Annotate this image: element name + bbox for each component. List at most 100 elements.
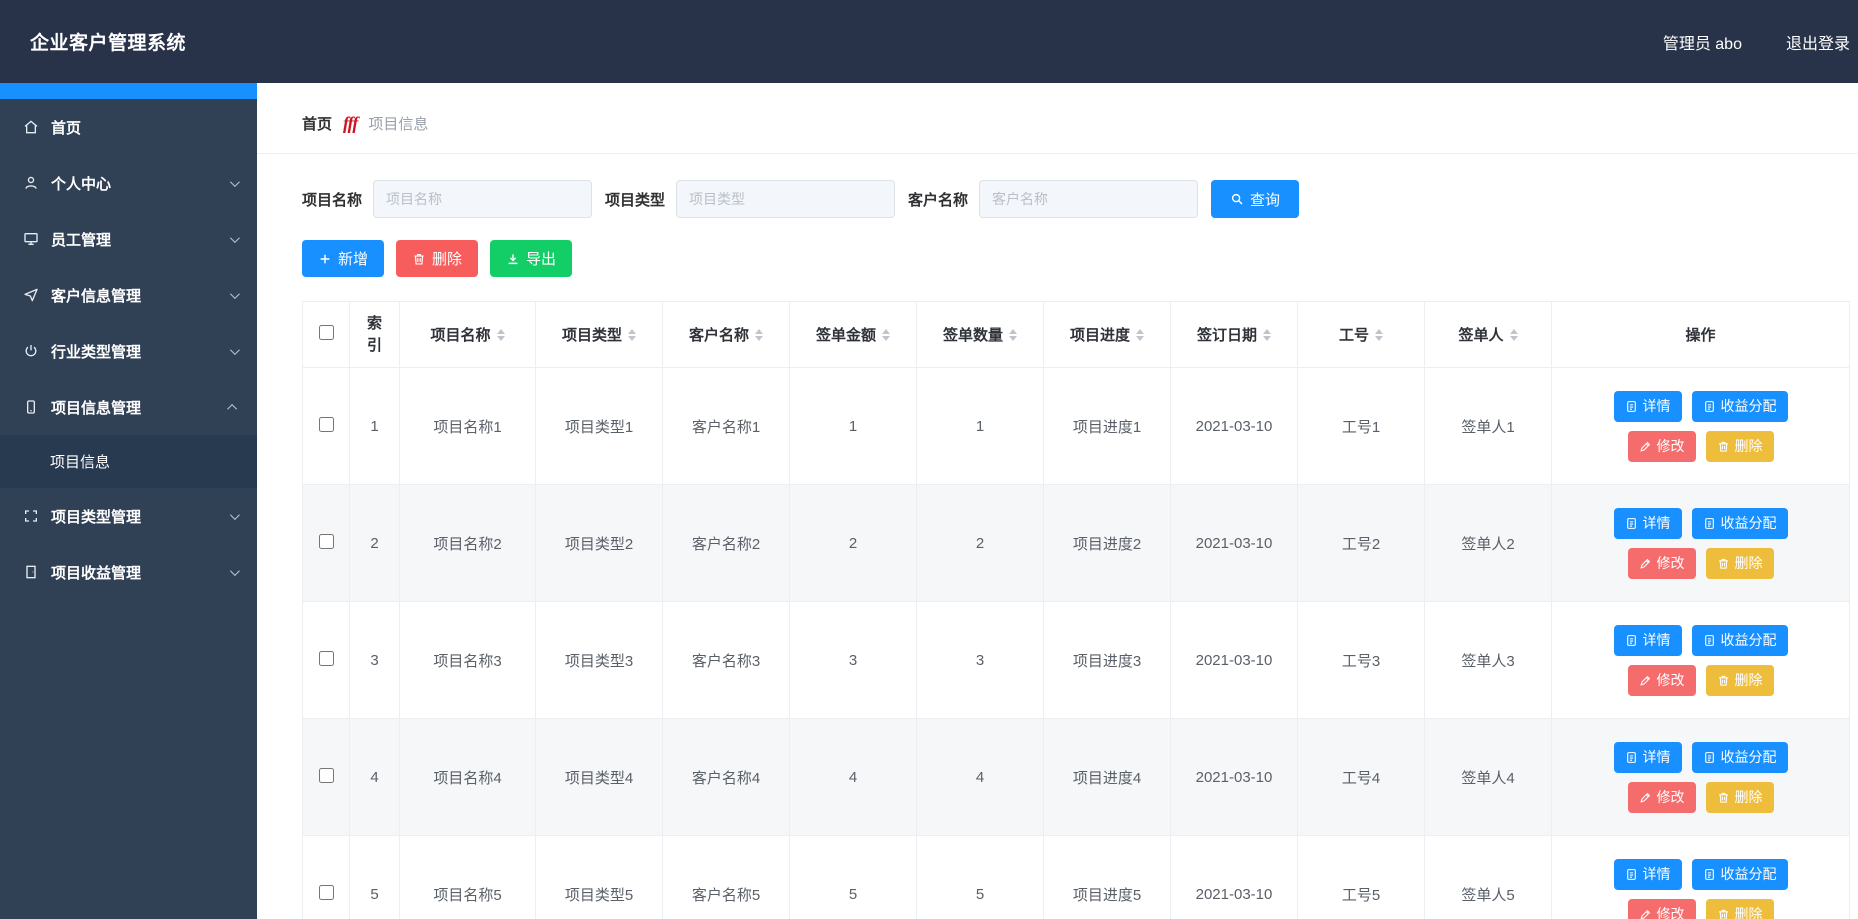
delete-row-button[interactable]: 删除: [1706, 548, 1774, 579]
document-icon: [1625, 517, 1638, 530]
profit-assign-button[interactable]: 收益分配: [1692, 742, 1788, 773]
app-header: 企业客户管理系统 管理员 abo 退出登录: [0, 0, 1858, 83]
profit-assign-button[interactable]: 收益分配: [1692, 859, 1788, 890]
current-user-label: 管理员 abo: [1663, 30, 1742, 54]
profit-assign-button[interactable]: 收益分配: [1692, 391, 1788, 422]
sidebar-item-industry-type-management[interactable]: 行业类型管理: [0, 323, 257, 379]
profit-assign-button[interactable]: 收益分配: [1692, 508, 1788, 539]
select-all-cell: [303, 302, 350, 368]
chevron-down-icon: [230, 177, 240, 187]
customer-name-filter-input[interactable]: [979, 180, 1198, 218]
row-checkbox[interactable]: [319, 885, 334, 900]
project-type-filter-label: 项目类型: [605, 189, 665, 210]
sidebar-item-label: 个人中心: [51, 173, 111, 194]
app-title: 企业客户管理系统: [30, 28, 186, 55]
profit-assign-button[interactable]: 收益分配: [1692, 625, 1788, 656]
row-checkbox-cell: [303, 368, 350, 485]
document-icon: [1703, 868, 1716, 881]
edit-button[interactable]: 修改: [1628, 782, 1696, 813]
add-button[interactable]: 新增: [302, 240, 384, 277]
edit-button[interactable]: 修改: [1628, 899, 1696, 919]
col-header-sign-date[interactable]: 签订日期: [1171, 302, 1298, 368]
breadcrumb-home-link[interactable]: 首页: [302, 113, 332, 134]
col-header-sign-amount[interactable]: 签单金额: [790, 302, 917, 368]
cell-project-type: 项目类型4: [536, 719, 663, 836]
project-type-filter-input[interactable]: [676, 180, 895, 218]
logout-button[interactable]: 退出登录: [1786, 30, 1850, 54]
row-checkbox-cell: [303, 719, 350, 836]
cell-job-number: 工号5: [1298, 836, 1425, 919]
sidebar-item-project-profit-management[interactable]: 项目收益管理: [0, 544, 257, 600]
col-header-sign-quantity[interactable]: 签单数量: [917, 302, 1044, 368]
sidebar-subitem-project-info[interactable]: 项目信息: [0, 435, 257, 488]
delete-row-button[interactable]: 删除: [1706, 665, 1774, 696]
cell-operations: 详情 收益分配 修改: [1552, 719, 1850, 836]
edit-pen-icon: [1639, 908, 1652, 919]
project-name-filter-input[interactable]: [373, 180, 592, 218]
row-checkbox[interactable]: [319, 768, 334, 783]
sidebar-item-label: 行业类型管理: [51, 341, 141, 362]
row-checkbox[interactable]: [319, 651, 334, 666]
cell-index: 1: [350, 368, 400, 485]
col-header-job-number[interactable]: 工号: [1298, 302, 1425, 368]
select-all-checkbox[interactable]: [319, 325, 334, 340]
sidebar-accent-bar: [0, 83, 257, 99]
detail-button[interactable]: 详情: [1614, 625, 1682, 656]
sort-icon: [497, 329, 505, 341]
col-header-signer[interactable]: 签单人: [1425, 302, 1552, 368]
sidebar-item-customer-info-management[interactable]: 客户信息管理: [0, 267, 257, 323]
document-icon: [1625, 751, 1638, 764]
row-checkbox-cell: [303, 602, 350, 719]
col-header-customer-name[interactable]: 客户名称: [663, 302, 790, 368]
cell-sign-quantity: 4: [917, 719, 1044, 836]
cell-sign-amount: 2: [790, 485, 917, 602]
cell-customer-name: 客户名称2: [663, 485, 790, 602]
door-icon: [22, 563, 40, 581]
delete-row-button[interactable]: 删除: [1706, 782, 1774, 813]
sidebar-submenu-project-info: 项目信息: [0, 435, 257, 488]
sidebar-item-home[interactable]: 首页: [0, 99, 257, 155]
cell-project-name: 项目名称5: [400, 836, 536, 919]
cell-customer-name: 客户名称4: [663, 719, 790, 836]
cell-project-progress: 项目进度3: [1044, 602, 1171, 719]
delete-row-button[interactable]: 删除: [1706, 431, 1774, 462]
delete-row-button[interactable]: 删除: [1706, 899, 1774, 919]
filter-bar: 项目名称 项目类型 客户名称 查询: [302, 180, 1858, 218]
chevron-down-icon: [230, 233, 240, 243]
sidebar-item-label: 项目类型管理: [51, 506, 141, 527]
detail-button[interactable]: 详情: [1614, 742, 1682, 773]
document-icon: [1703, 634, 1716, 647]
edit-button[interactable]: 修改: [1628, 431, 1696, 462]
cell-project-progress: 项目进度2: [1044, 485, 1171, 602]
col-header-project-progress[interactable]: 项目进度: [1044, 302, 1171, 368]
row-checkbox[interactable]: [319, 534, 334, 549]
col-header-operations: 操作: [1552, 302, 1850, 368]
monitor-icon: [22, 230, 40, 248]
edit-pen-icon: [1639, 440, 1652, 453]
row-checkbox[interactable]: [319, 417, 334, 432]
download-icon: [506, 252, 520, 266]
project-table: 索引 项目名称 项目类型 客户名称 签单金额 签单数量 项目进度 签订日期 工号…: [302, 301, 1850, 919]
sidebar-item-project-type-management[interactable]: 项目类型管理: [0, 488, 257, 544]
sidebar-item-project-info-management[interactable]: 项目信息管理: [0, 379, 257, 435]
export-button[interactable]: 导出: [490, 240, 572, 277]
edit-button[interactable]: 修改: [1628, 665, 1696, 696]
edit-pen-icon: [1639, 791, 1652, 804]
document-icon: [1703, 517, 1716, 530]
document-icon: [1625, 400, 1638, 413]
detail-button[interactable]: 详情: [1614, 859, 1682, 890]
cell-project-name: 项目名称1: [400, 368, 536, 485]
edit-button[interactable]: 修改: [1628, 548, 1696, 579]
batch-delete-button[interactable]: 删除: [396, 240, 478, 277]
sidebar-item-personal-center[interactable]: 个人中心: [0, 155, 257, 211]
detail-button[interactable]: 详情: [1614, 391, 1682, 422]
search-button[interactable]: 查询: [1211, 180, 1299, 218]
chevron-down-icon: [230, 345, 240, 355]
user-icon: [22, 174, 40, 192]
col-header-project-name[interactable]: 项目名称: [400, 302, 536, 368]
cell-sign-date: 2021-03-10: [1171, 719, 1298, 836]
sort-icon: [755, 329, 763, 341]
detail-button[interactable]: 详情: [1614, 508, 1682, 539]
sidebar-item-employee-management[interactable]: 员工管理: [0, 211, 257, 267]
col-header-project-type[interactable]: 项目类型: [536, 302, 663, 368]
